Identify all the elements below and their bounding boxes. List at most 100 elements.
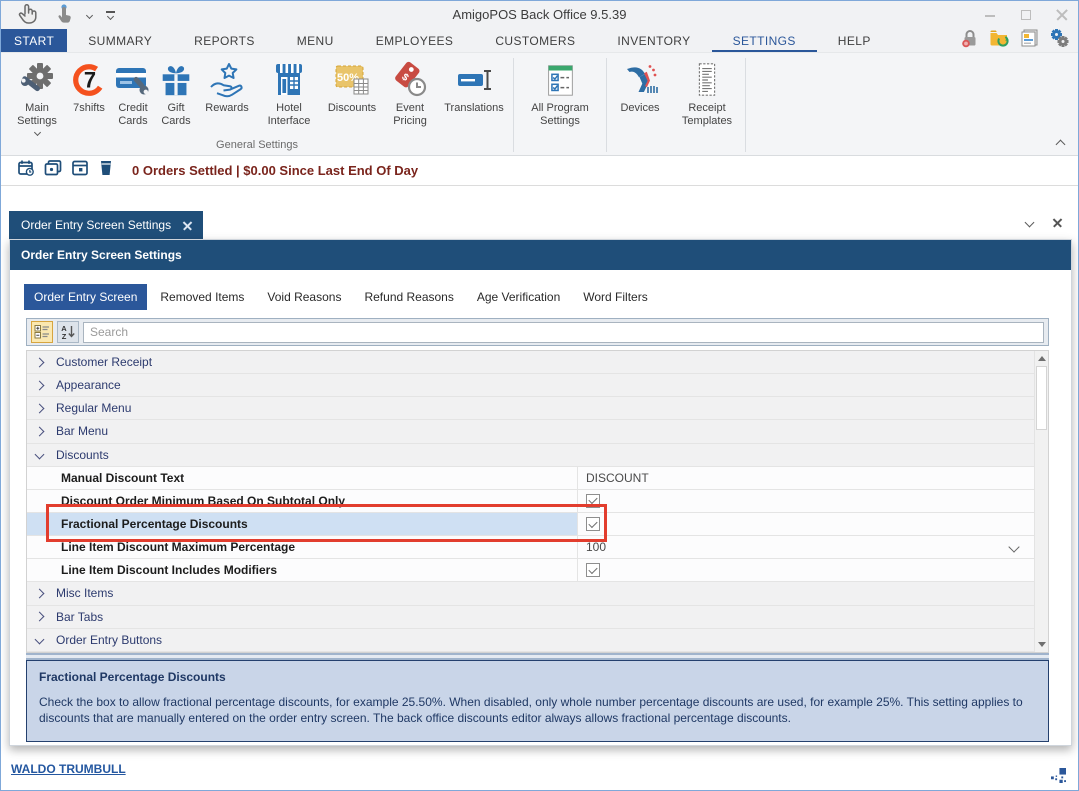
menu-inventory[interactable]: INVENTORY [596,29,711,52]
chevron-right-icon [35,427,45,437]
report-viewer-icon[interactable] [1019,28,1040,53]
grid-category-appearance[interactable]: Appearance [27,374,1034,397]
tab-list-chevron-icon[interactable] [1025,218,1035,228]
tab-void-reasons[interactable]: Void Reasons [257,284,351,310]
ribbon-group-label: General Settings [1,139,513,151]
customize-toolbar-icon[interactable] [106,11,115,19]
menu-reports[interactable]: REPORTS [173,29,276,52]
description-panel: Fractional Percentage Discounts Check th… [26,660,1049,742]
calendar-day-icon[interactable] [71,159,89,182]
database-backup-icon[interactable] [989,28,1010,53]
ribbon-discounts[interactable]: 50% Discounts [321,58,383,115]
dropdown-chevron-icon [33,129,40,136]
grid-row-fractional-percentage-discounts[interactable]: Fractional Percentage Discounts [27,513,1034,536]
grid-category-discounts[interactable]: Discounts [27,444,1034,467]
ribbon-7shifts[interactable]: 7 7shifts [67,58,111,115]
grid-category-regular-menu[interactable]: Regular Menu [27,397,1034,420]
menu-menu[interactable]: MENU [276,29,355,52]
maximize-button[interactable] [1020,9,1032,21]
beverage-icon[interactable] [98,159,114,182]
document-tab-order-entry-screen-settings[interactable]: Order Entry Screen Settings [9,211,203,239]
settings-tabs: Order Entry Screen Removed Items Void Re… [24,284,658,310]
ribbon-main-settings[interactable]: Main Settings [7,58,67,135]
ribbon-hotel-interface[interactable]: Hotel Interface [257,58,321,128]
app-window: AmigoPOS Back Office 9.5.39 START SUMMAR… [0,0,1079,791]
ribbon-gift-cards[interactable]: Gift Cards [155,58,197,128]
scroll-up-icon[interactable] [1038,356,1046,361]
menu-settings[interactable]: SETTINGS [712,29,817,52]
storefront-icon [269,58,309,102]
svg-text:7: 7 [84,68,96,93]
text-field-icon [454,58,494,102]
calendar-copy-icon[interactable] [44,159,62,182]
menu-summary[interactable]: SUMMARY [67,29,173,52]
grid-row-manual-discount-text[interactable]: Manual Discount Text DISCOUNT [27,467,1034,490]
title-bar: AmigoPOS Back Office 9.5.39 [1,1,1078,29]
ribbon: Main Settings 7 7shifts Credit Cards Gif… [1,53,1078,156]
menu-customers[interactable]: CUSTOMERS [474,29,596,52]
checkbox-checked[interactable] [586,517,600,531]
gift-icon [157,58,195,102]
grid-row-line-item-discount-maximum[interactable]: Line Item Discount Maximum Percentage 10… [27,536,1034,559]
grid-category-misc-items[interactable]: Misc Items [27,582,1034,605]
menu-employees[interactable]: EMPLOYEES [355,29,475,52]
7shifts-icon: 7 [70,58,108,102]
scrollbar-thumb[interactable] [1036,366,1047,430]
tab-word-filters[interactable]: Word Filters [573,284,657,310]
ribbon-credit-cards[interactable]: Credit Cards [111,58,155,128]
grid-category-bar-tabs[interactable]: Bar Tabs [27,606,1034,629]
menu-help[interactable]: HELP [817,29,892,52]
ribbon-translations[interactable]: Translations [437,58,511,115]
grid-category-customer-receipt[interactable]: Customer Receipt [27,351,1034,374]
close-document-icon[interactable] [1053,218,1062,227]
chevron-right-icon [35,612,45,622]
services-gears-icon[interactable] [1049,28,1070,53]
minimize-button[interactable] [984,9,996,21]
manual-discount-text-value[interactable]: DISCOUNT [578,467,1034,489]
chevron-down-icon [35,635,45,645]
lock-icon[interactable] [960,28,980,53]
checkbox-checked[interactable] [586,563,600,577]
tab-close-icon[interactable] [183,221,192,230]
status-bar: 0 Orders Settled | $0.00 Since Last End … [1,156,1078,186]
description-body: Check the box to allow fractional percen… [39,695,1036,727]
grid-category-bar-menu[interactable]: Bar Menu [27,420,1034,443]
categorized-view-button[interactable] [31,321,53,343]
tabstrip-controls [1026,218,1062,227]
ribbon-event-pricing[interactable]: $ Event Pricing [383,58,437,128]
price-tag-clock-icon: $ [390,58,430,102]
ribbon-all-program-settings[interactable]: All Program Settings [516,58,604,128]
ribbon-receipt-templates[interactable]: Receipt Templates [671,58,743,128]
tab-removed-items[interactable]: Removed Items [150,284,254,310]
menu-start[interactable]: START [1,29,67,52]
window-title: AmigoPOS Back Office 9.5.39 [1,1,1078,29]
panel-header: Order Entry Screen Settings [10,240,1071,270]
calendar-clock-icon[interactable] [17,159,35,182]
close-button[interactable] [1056,9,1068,21]
property-grid: Customer Receipt Appearance Regular Menu… [26,350,1049,653]
touch-settings-icon[interactable] [55,3,73,28]
chevron-right-icon [35,589,45,599]
grid-row-line-item-discount-modifiers[interactable]: Line Item Discount Includes Modifiers [27,559,1034,582]
ribbon-devices[interactable]: Devices [609,58,671,115]
tab-order-entry-screen[interactable]: Order Entry Screen [24,284,147,310]
vertical-scrollbar[interactable] [1034,351,1048,652]
grid-category-order-entry-buttons[interactable]: Order Entry Buttons [27,629,1034,652]
order-entry-settings-panel: Order Entry Screen Settings Order Entry … [9,239,1072,746]
pixel-grid-icon[interactable] [1051,768,1066,788]
line-item-max-percentage-value[interactable]: 100 [578,536,1034,558]
property-grid-toolbar: AZ [26,318,1049,346]
scroll-down-icon[interactable] [1038,642,1046,647]
dropdown-chevron-icon[interactable] [1008,542,1019,553]
document-tab-strip: Order Entry Screen Settings [1,211,1078,239]
search-input[interactable] [83,322,1044,343]
tab-refund-reasons[interactable]: Refund Reasons [354,284,463,310]
sort-alphabetical-button[interactable]: AZ [57,321,79,343]
tab-age-verification[interactable]: Age Verification [467,284,570,310]
grid-description-splitter[interactable] [26,653,1049,660]
checkbox-checked[interactable] [586,494,600,508]
ribbon-rewards[interactable]: Rewards [197,58,257,115]
logged-in-user-link[interactable]: WALDO TRUMBULL [11,762,126,776]
grid-row-discount-order-minimum[interactable]: Discount Order Minimum Based On Subtotal… [27,490,1034,513]
chevron-down-icon[interactable] [86,11,93,18]
